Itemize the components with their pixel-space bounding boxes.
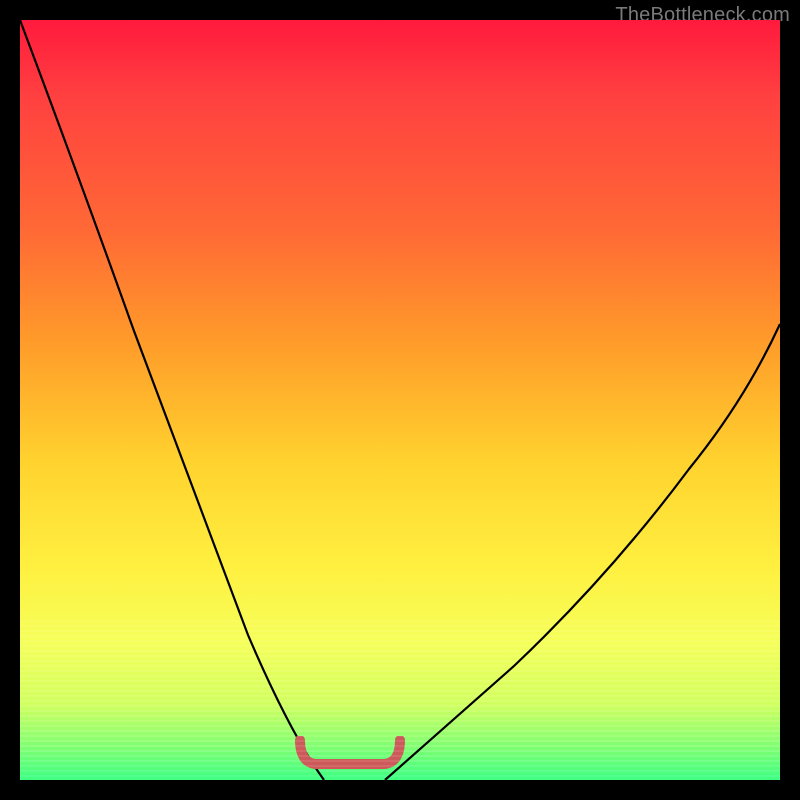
plot-area (20, 20, 780, 780)
minimum-region-marker (290, 736, 410, 772)
curve-right-arm (385, 324, 780, 780)
curve-left-arm (20, 20, 324, 780)
bottleneck-curve (20, 20, 780, 780)
chart-container: TheBottleneck.com (0, 0, 800, 800)
